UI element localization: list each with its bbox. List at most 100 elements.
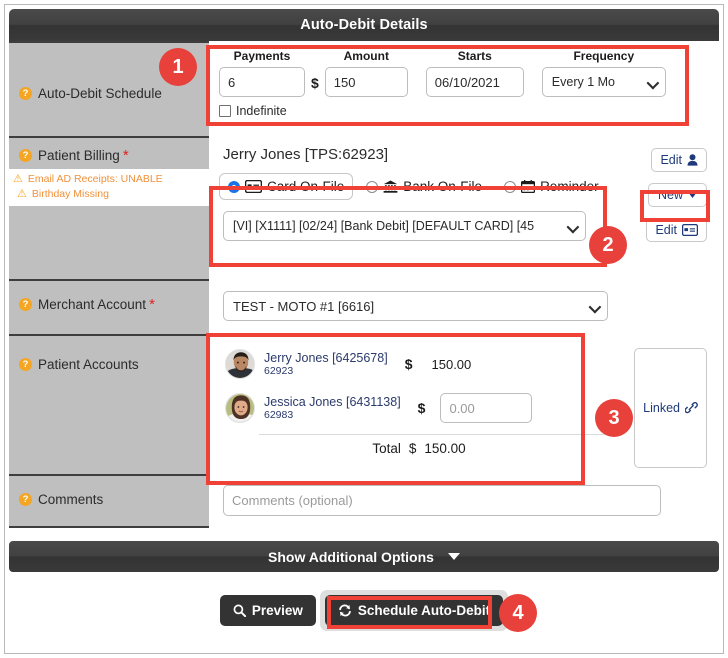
warning-text: Email AD Receipts: UNABLE	[27, 173, 163, 185]
patient-account-id: 62923	[264, 365, 294, 378]
patient-account-row: Jessica Jones [6431138] 62983 $ 0.00	[219, 386, 619, 430]
annotation-badge-3: 3	[595, 399, 633, 437]
patient-account-name: Jessica Jones [6431138]	[264, 394, 401, 409]
male-avatar	[225, 349, 255, 379]
page-title: Auto-Debit Details	[300, 17, 428, 33]
row-label-patient-billing: ? Patient Billing * ⚠ Email AD Receipts:…	[9, 136, 209, 279]
field-payments: Payments 6	[219, 49, 305, 97]
starts-input[interactable]: 06/10/2021	[425, 67, 524, 97]
indefinite-checkbox[interactable]	[219, 105, 231, 117]
comments-input[interactable]: Comments (optional)	[223, 485, 661, 516]
row-body-patient-billing: Jerry Jones [TPS:62923] Card On-File Ban…	[209, 136, 719, 279]
warning-triangle-icon: ⚠	[13, 173, 23, 185]
card-on-file-select[interactable]: [VI] [X1111] [02/24] [Bank Debit] [DEFAU…	[223, 211, 586, 241]
panel-title-bar: Auto-Debit Details	[9, 9, 719, 41]
label-amount: Amount	[343, 49, 389, 63]
calendar-icon	[521, 180, 536, 193]
patient-account-amount: 150.00	[431, 356, 472, 372]
show-additional-options-bar[interactable]: Show Additional Options	[9, 541, 719, 572]
link-icon	[685, 402, 698, 414]
patient-account-amount-input[interactable]: 0.00	[440, 393, 533, 423]
linked-label: Linked	[643, 401, 680, 415]
patient-account-identity: Jessica Jones [6431138] 62983	[264, 395, 401, 421]
new-payment-method-button[interactable]: New	[647, 183, 707, 207]
total-label: Total	[372, 441, 401, 456]
radio-reminder[interactable]: Reminder	[495, 173, 608, 200]
row-label-merchant-account: ? Merchant Account *	[9, 279, 209, 334]
credit-card-icon	[682, 224, 698, 236]
total-amount: 150.00	[424, 441, 466, 456]
currency-symbol: $	[404, 356, 413, 372]
warning-text: Birthday Missing	[31, 188, 109, 200]
row-label-patient-accounts: ? Patient Accounts	[9, 334, 209, 474]
label-patient-accounts: Patient Accounts	[38, 357, 139, 372]
radio-bank-on-file[interactable]: Bank On-File	[357, 173, 491, 200]
required-marker: *	[149, 296, 155, 313]
search-icon	[233, 604, 246, 617]
field-frequency: Frequency Every 1 Mo	[541, 49, 666, 97]
row-label-comments: ? Comments	[9, 474, 209, 528]
radio-indicator[interactable]	[228, 180, 240, 193]
person-icon	[687, 154, 698, 166]
patient-account-name: Jerry Jones [6425678]	[264, 350, 388, 365]
total-currency-symbol: $	[408, 441, 417, 456]
schedule-auto-debit-button[interactable]: Schedule Auto-Debit	[324, 594, 504, 626]
preview-label: Preview	[251, 602, 303, 618]
edit-patient-label: Edit	[660, 153, 682, 167]
preview-button[interactable]: Preview	[219, 594, 316, 626]
frequency-select[interactable]: Every 1 Mo	[541, 67, 666, 97]
field-amount: Amount 150	[324, 49, 408, 97]
label-payments: Payments	[233, 49, 291, 63]
label-frequency: Frequency	[573, 49, 635, 63]
question-circle-icon[interactable]: ?	[19, 87, 32, 100]
schedule-fields: Payments 6 $ Amount 150 Starts 06/10/202…	[219, 47, 709, 97]
bank-icon	[383, 180, 398, 193]
radio-label: Card On-File	[267, 179, 345, 194]
accounts-total-row: Total $ 150.00	[219, 435, 619, 460]
question-circle-icon[interactable]: ?	[19, 358, 32, 371]
radio-label: Bank On-File	[403, 179, 483, 194]
linked-accounts-button[interactable]: Linked	[634, 348, 707, 468]
amount-input[interactable]: 150	[324, 67, 408, 97]
question-circle-icon[interactable]: ?	[19, 298, 32, 311]
female-avatar	[225, 393, 255, 423]
indefinite-label: Indefinite	[236, 104, 287, 118]
patient-account-row: Jerry Jones [6425678] 62923 $ 150.00	[219, 342, 619, 386]
patient-account-id: 62983	[264, 409, 294, 422]
edit-card-button[interactable]: Edit	[646, 218, 707, 242]
credit-card-icon	[245, 180, 262, 193]
billing-method-radios: Card On-File Bank On-File Reminder	[219, 171, 619, 202]
footer-actions: Preview Schedule Auto-Debit	[9, 580, 719, 640]
caret-down-icon	[447, 553, 460, 560]
auto-debit-details-screen: Auto-Debit Details ? Auto-Debit Schedule…	[0, 0, 728, 658]
label-auto-debit-schedule: Auto-Debit Schedule	[38, 86, 162, 101]
row-body-auto-debit-schedule: Payments 6 $ Amount 150 Starts 06/10/202…	[209, 41, 719, 136]
edit-patient-button[interactable]: Edit	[651, 148, 707, 172]
form-rows: ? Auto-Debit Schedule Payments 6 $ Amoun…	[9, 41, 719, 528]
show-additional-options-label: Show Additional Options	[268, 548, 434, 565]
row-merchant-account: ? Merchant Account * TEST - MOTO #1 [661…	[9, 279, 719, 334]
row-body-merchant-account: TEST - MOTO #1 [6616]	[209, 279, 719, 334]
radio-indicator[interactable]	[504, 180, 517, 193]
indefinite-checkbox-row[interactable]: Indefinite	[219, 104, 709, 118]
label-merchant-account: Merchant Account	[38, 297, 147, 312]
radio-indicator[interactable]	[366, 180, 379, 193]
patient-account-identity: Jerry Jones [6425678] 62923	[264, 351, 388, 377]
payments-input[interactable]: 6	[219, 67, 305, 97]
annotation-badge-4: 4	[499, 594, 537, 632]
row-body-comments: Comments (optional)	[209, 474, 719, 528]
warning-triangle-icon: ⚠	[17, 188, 27, 200]
edit-card-label: Edit	[655, 223, 677, 237]
radio-card-on-file[interactable]: Card On-File	[219, 173, 354, 200]
question-circle-icon[interactable]: ?	[19, 493, 32, 506]
row-body-patient-accounts: Jerry Jones [6425678] 62923 $ 150.00 Jes…	[209, 334, 719, 474]
label-patient-billing: Patient Billing	[38, 148, 120, 163]
question-circle-icon[interactable]: ?	[19, 149, 32, 162]
merchant-account-select[interactable]: TEST - MOTO #1 [6616]	[223, 291, 608, 321]
field-starts: Starts 06/10/2021	[425, 49, 524, 97]
warning-item: ⚠ Birthday Missing	[13, 187, 205, 202]
annotation-badge-1: 1	[159, 48, 197, 86]
warning-item: ⚠ Email AD Receipts: UNABLE	[13, 172, 205, 187]
submit-focus-ring: Schedule Auto-Debit	[319, 589, 509, 631]
new-label: New	[657, 188, 683, 202]
